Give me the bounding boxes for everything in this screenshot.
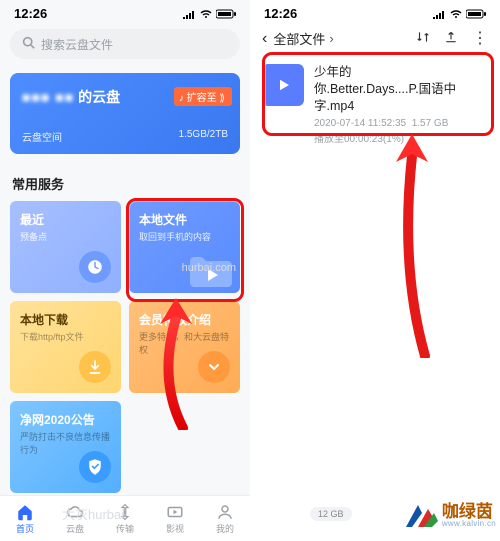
- video-thumb: [262, 64, 304, 106]
- status-bar-r: 12:26: [250, 0, 500, 23]
- tab-video[interactable]: 影视: [166, 503, 184, 535]
- tile-download[interactable]: 本地下载 下载http/ftp文件: [10, 301, 121, 393]
- signal-icon: [182, 9, 196, 19]
- status-icons: [182, 9, 236, 19]
- right-phone: 12:26 ‹ 全部文件 › ⋮ 少年的: [250, 0, 500, 541]
- wifi-icon: [199, 9, 213, 19]
- expand-badge[interactable]: ♪ 扩容至 ⟫: [174, 87, 232, 106]
- left-phone: 12:26 搜索云盘文件 ■■■ ■■ 的云盘 ♪ 扩容至 ⟫ 云盘空间 1.5…: [0, 0, 250, 541]
- tile-notice[interactable]: 净网2020公告 严防打击不良信息传播行为: [10, 401, 121, 493]
- shield-icon: [79, 451, 111, 483]
- space-label: 云盘空间: [22, 129, 62, 144]
- battery-icon: [466, 9, 486, 19]
- tile-recent[interactable]: 最近 预备点: [10, 201, 121, 293]
- clock-icon: [79, 251, 111, 283]
- storage-pill: 12 GB: [310, 507, 352, 521]
- storage-title: 的云盘: [78, 87, 120, 107]
- watermark-2: 大灰hurbai: [62, 504, 124, 523]
- tabbar: 首页 云盘 传输 影视 我的: [0, 495, 250, 541]
- brand-logo: 咖绿茵 www.kalvin.cn: [404, 501, 496, 529]
- tab-home[interactable]: 首页: [16, 503, 34, 535]
- storage-card[interactable]: ■■■ ■■ 的云盘 ♪ 扩容至 ⟫ 云盘空间 1.5GB/2TB: [10, 73, 240, 154]
- back-button[interactable]: ‹: [262, 30, 267, 48]
- tab-me[interactable]: 我的: [216, 503, 234, 535]
- status-bar: 12:26: [0, 0, 250, 23]
- download-icon: [79, 351, 111, 383]
- chevron-down-icon: [198, 351, 230, 383]
- space-usage: 1.5GB/2TB: [179, 129, 228, 144]
- file-progress: 播放至00:00:23(1%): [314, 130, 488, 145]
- wifi-icon: [449, 9, 463, 19]
- sort-button[interactable]: [416, 30, 430, 47]
- upload-button[interactable]: [444, 30, 458, 47]
- service-grid: 最近 预备点 本地文件 取回到手机的内容 本地下载 下载http/ftp文件 会…: [0, 201, 250, 493]
- search-input[interactable]: 搜索云盘文件: [10, 29, 240, 59]
- status-time: 12:26: [14, 6, 47, 21]
- search-placeholder: 搜索云盘文件: [41, 36, 113, 53]
- chevron-right-icon: ›: [329, 31, 333, 46]
- file-info: 2020-07-14 11:52:35 1.57 GB: [314, 118, 488, 129]
- breadcrumb: ‹ 全部文件 › ⋮: [250, 23, 500, 54]
- section-title: 常用服务: [12, 174, 238, 193]
- status-time-r: 12:26: [264, 6, 297, 21]
- battery-icon: [216, 9, 236, 19]
- logo-mark: [404, 501, 438, 529]
- logo-cn: 咖绿茵: [442, 503, 496, 520]
- tile-member[interactable]: 会员特权介绍 更多特权，和大云盘特权: [129, 301, 240, 393]
- more-button[interactable]: ⋮: [472, 32, 488, 46]
- signal-icon: [432, 9, 446, 19]
- logo-url: www.kalvin.cn: [442, 520, 496, 528]
- breadcrumb-root[interactable]: 全部文件: [273, 29, 325, 48]
- tile-local-files[interactable]: 本地文件 取回到手机的内容: [129, 201, 240, 293]
- owner-blur: ■■■ ■■: [22, 89, 74, 105]
- file-row[interactable]: 少年的 你.Better.Days....P.国语中字.mp4 2020-07-…: [250, 54, 500, 157]
- file-name: 少年的 你.Better.Days....P.国语中字.mp4: [314, 64, 488, 115]
- watermark-1: hurbai.com: [182, 262, 236, 274]
- search-icon: [22, 36, 35, 52]
